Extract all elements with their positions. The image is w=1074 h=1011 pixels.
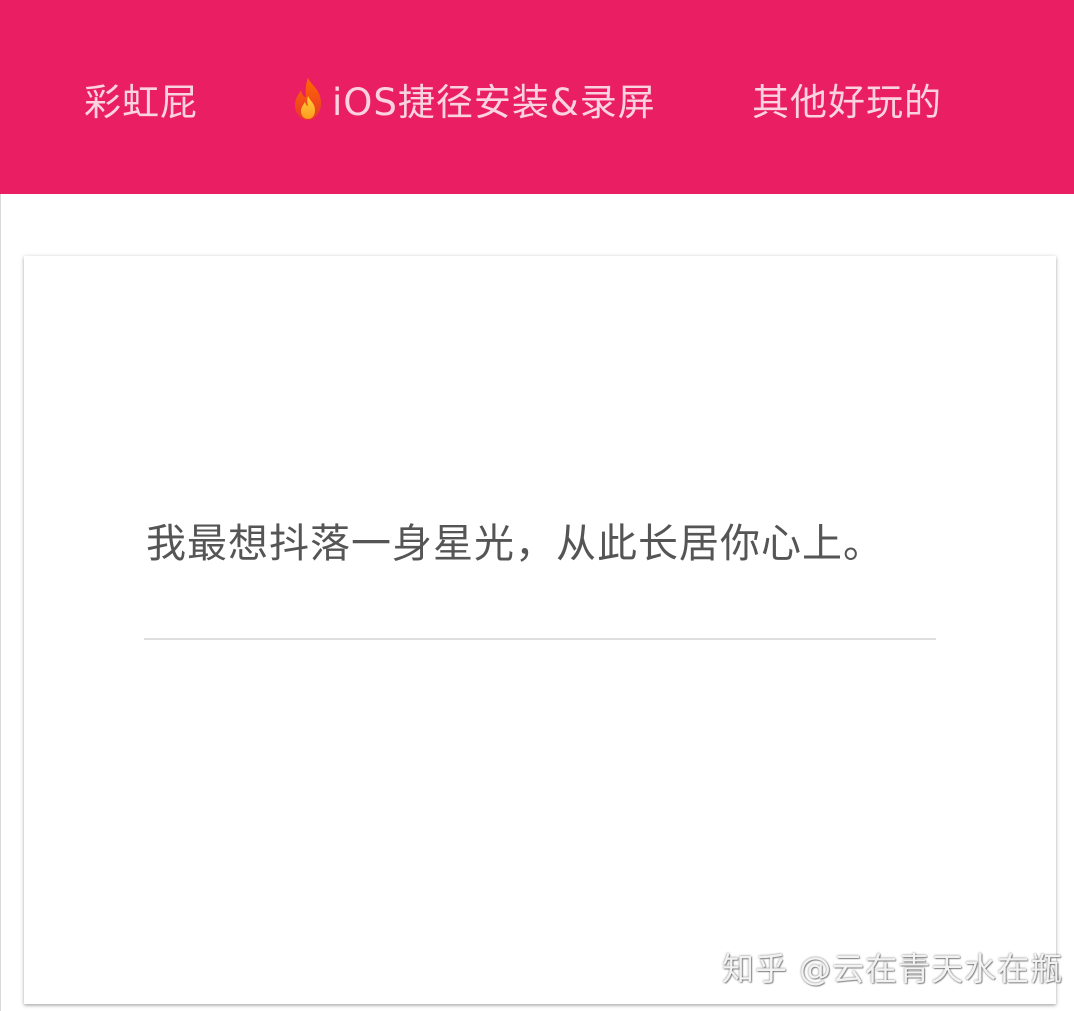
quote-card: 我最想抖落一身星光，从此长居你心上。 (24, 256, 1056, 1004)
nav-item-rainbow-compliments[interactable]: 彩虹屁 (84, 74, 198, 124)
nav-item-ios-shortcut-install[interactable]: iOS捷径安装&录屏 (288, 74, 656, 124)
nav-item-label: iOS捷径安装&录屏 (332, 81, 656, 124)
fire-icon (288, 76, 328, 122)
quote-text: 我最想抖落一身星光，从此长居你心上。 (146, 521, 884, 567)
nav-item-label: 其他好玩的 (752, 81, 942, 124)
nav-item-other-fun[interactable]: 其他好玩的 (752, 74, 942, 124)
nav-item-label: 彩虹屁 (84, 81, 198, 124)
zhihu-watermark: 知乎 @云在青天水在瓶 (722, 950, 1064, 988)
page: 彩虹屁 iOS捷径安装&录屏 其他好玩的 我最想抖落一身星光，从此长居你心上。 … (0, 0, 1074, 1011)
quote-text-field[interactable]: 我最想抖落一身星光，从此长居你心上。 (144, 514, 936, 640)
top-navigation-bar: 彩虹屁 iOS捷径安装&录屏 其他好玩的 (0, 0, 1074, 194)
